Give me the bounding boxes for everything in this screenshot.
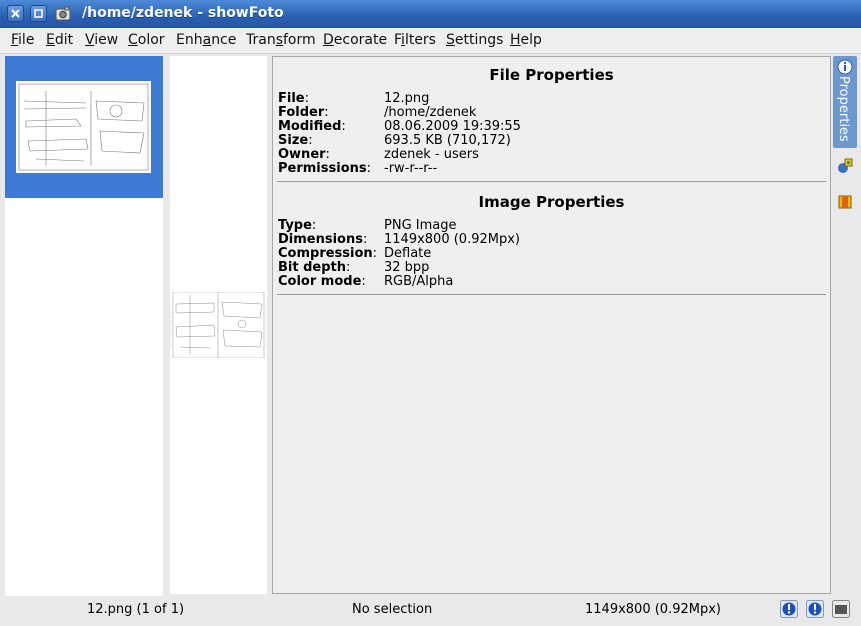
section-divider <box>277 294 826 295</box>
prop-value-size: 693.5 KB (710,172) <box>384 133 511 148</box>
section-divider <box>277 181 826 182</box>
prop-value-file: 12.png <box>384 91 430 106</box>
file-properties-title: File Properties <box>489 66 614 84</box>
exposure-warning-icon <box>780 600 798 618</box>
prop-value-dimensions: 1149x800 (0.92Mpx) <box>384 232 520 247</box>
overexposure-indicator-button[interactable] <box>806 600 824 618</box>
menu-settings[interactable]: Settings <box>446 32 503 48</box>
maximize-window-button[interactable] <box>30 5 47 22</box>
menu-enhance[interactable]: Enhance <box>176 32 236 48</box>
menu-file[interactable]: File <box>11 32 34 48</box>
thumbnail-item-selected[interactable] <box>5 56 163 198</box>
thumbnail-bar <box>5 56 163 596</box>
status-file-position: 12.png (1 of 1) <box>87 602 185 617</box>
tab-properties[interactable]: Properties <box>833 56 857 148</box>
prop-value-bit-depth: 32 bpp <box>384 260 430 275</box>
close-window-button[interactable] <box>7 5 24 22</box>
sidebar-tabs: Properties <box>833 56 857 596</box>
prop-value-modified: 08.06.2009 19:39:55 <box>384 119 521 134</box>
preview-image <box>170 292 267 358</box>
title-bar: /home/zdenek - showFoto <box>0 0 861 28</box>
window-title: /home/zdenek - showFoto <box>82 5 284 21</box>
geolocation-icon <box>838 158 853 173</box>
menu-edit[interactable]: Edit <box>46 32 73 48</box>
prop-value-type: PNG Image <box>384 218 457 233</box>
menu-view[interactable]: View <box>85 32 118 48</box>
thumbnail-image <box>16 81 151 173</box>
maximize-icon <box>34 9 43 18</box>
prop-value-folder: /home/zdenek <box>384 105 477 120</box>
close-icon <box>11 9 20 18</box>
info-icon <box>837 59 853 75</box>
prop-value-owner: zdenek - users <box>384 147 479 162</box>
image-properties-title: Image Properties <box>478 193 625 211</box>
tab-geolocation[interactable] <box>837 158 853 174</box>
status-selection: No selection <box>352 602 433 617</box>
color-managed-view-button[interactable] <box>832 600 850 618</box>
menu-help[interactable]: Help <box>510 32 542 48</box>
menu-filters[interactable]: Filters <box>394 32 436 48</box>
color-management-icon <box>832 600 850 618</box>
color-swatch-icon <box>838 195 852 209</box>
image-canvas[interactable] <box>170 56 267 594</box>
status-bar: 12.png (1 of 1) No selection 1149x800 (0… <box>0 598 861 622</box>
prop-value-color-mode: RGB/Alpha <box>384 274 454 289</box>
tab-color[interactable] <box>837 194 853 210</box>
prop-value-permissions: -rw-r--r-- <box>384 161 438 176</box>
properties-panel: File Properties File: 12.png Folder: /ho… <box>272 56 831 594</box>
prop-value-compression: Deflate <box>384 246 432 261</box>
underexposure-indicator-button[interactable] <box>780 600 798 618</box>
app-icon[interactable] <box>54 5 72 23</box>
exposure-warning-icon <box>806 600 824 618</box>
status-dimensions: 1149x800 (0.92Mpx) <box>585 602 721 617</box>
menu-transform[interactable]: Transform <box>246 32 316 48</box>
menu-decorate[interactable]: Decorate <box>323 32 387 48</box>
menu-bar: File Edit View Color Enhance Transform D… <box>0 28 861 54</box>
tab-properties-label: Properties <box>836 76 851 142</box>
menu-color[interactable]: Color <box>128 32 165 48</box>
